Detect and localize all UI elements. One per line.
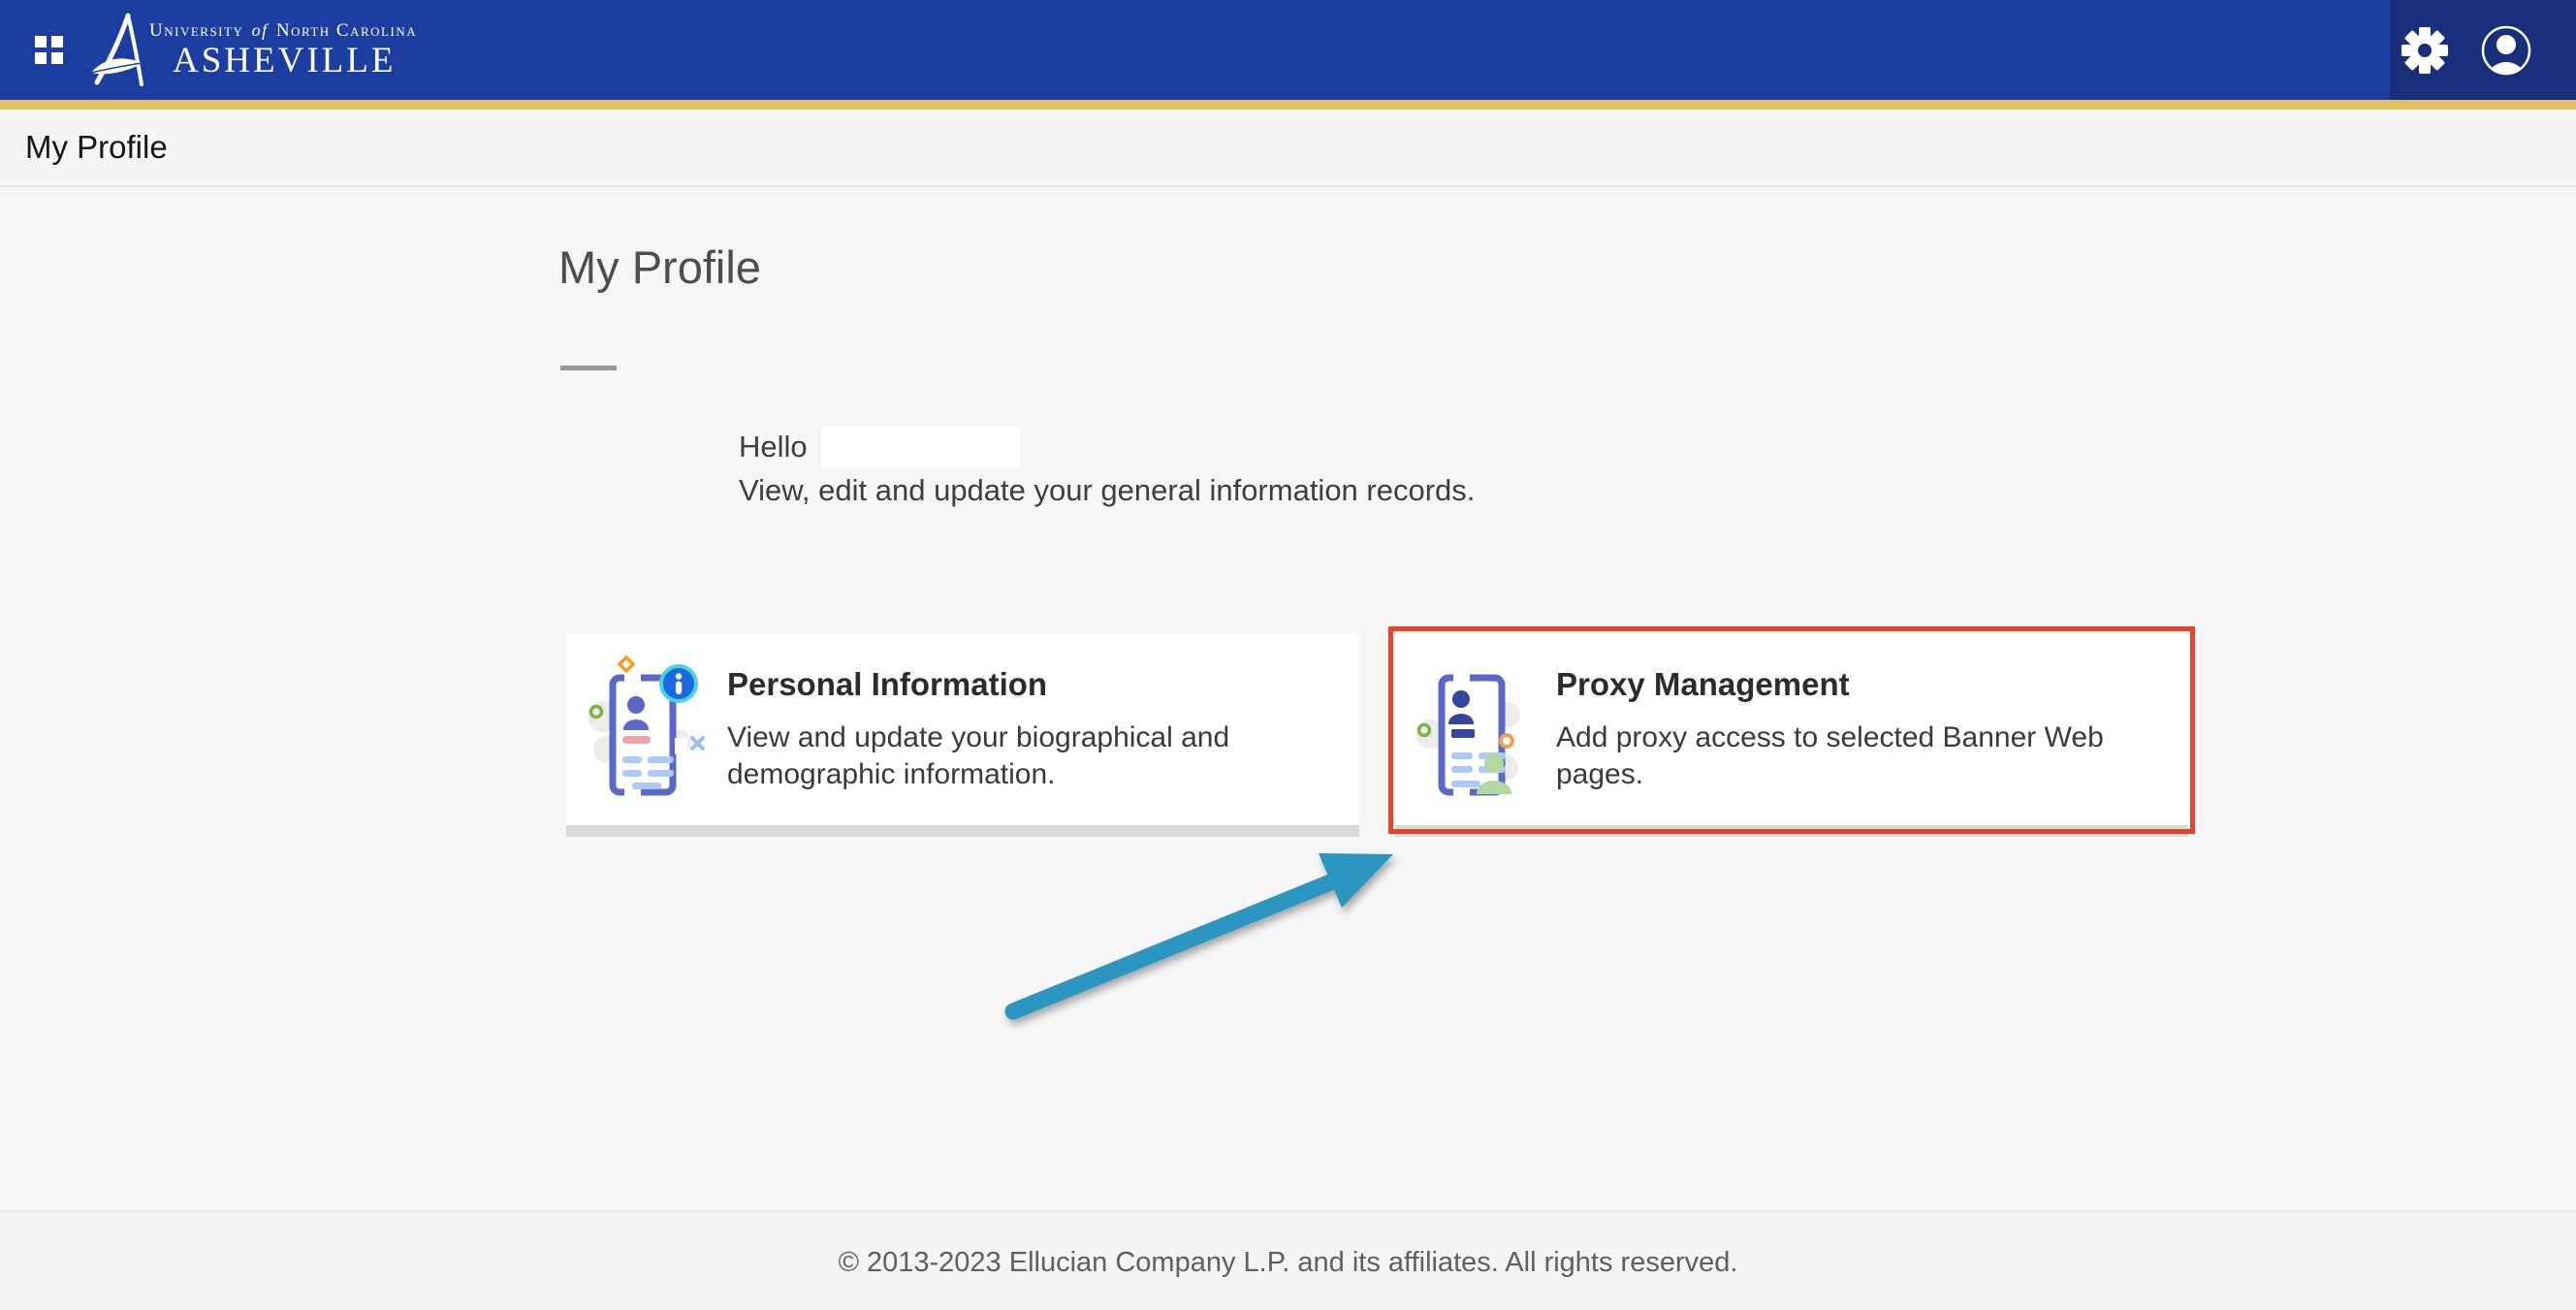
- personal-information-card[interactable]: Personal Information View and update you…: [566, 633, 1359, 825]
- redacted-name-box: [821, 427, 1020, 467]
- apps-grid-icon[interactable]: [35, 36, 63, 64]
- breadcrumb: My Profile: [0, 110, 2576, 187]
- copyright-text: © 2013-2023 Ellucian Company L.P. and it…: [839, 1247, 1738, 1310]
- breadcrumb-label: My Profile: [25, 129, 168, 166]
- apps-grid-square: [51, 36, 63, 48]
- apps-grid-square: [35, 52, 47, 64]
- settings-button[interactable]: [2390, 0, 2460, 100]
- card-description: View and update your biographical and de…: [727, 719, 1229, 793]
- top-navigation-bar: University of North Carolina ASHEVILLE: [0, 0, 2576, 100]
- user-avatar-icon: [2479, 23, 2533, 78]
- proxy-document-icon: [1418, 656, 1535, 802]
- personal-info-document-icon: [589, 656, 706, 802]
- annotation-arrow: [989, 834, 1435, 1047]
- accent-bar: [0, 100, 2576, 110]
- card-title: Proxy Management: [1556, 666, 2104, 703]
- topbar-right-section: [2390, 0, 2576, 100]
- page-title: My Profile: [558, 240, 761, 294]
- logo-city-line: ASHEVILLE: [173, 42, 417, 80]
- card-title: Personal Information: [727, 666, 1229, 703]
- greeting-row: Hello: [739, 427, 1020, 467]
- gear-icon: [2401, 26, 2449, 75]
- card-bottom-shadow: [566, 825, 1359, 837]
- intro-text: View, edit and update your general infor…: [739, 473, 1475, 508]
- card-bottom-shadow: [1395, 825, 2188, 837]
- title-divider: [560, 366, 617, 370]
- user-menu-button[interactable]: [2471, 0, 2541, 100]
- footer: © 2013-2023 Ellucian Company L.P. and it…: [0, 1210, 2576, 1310]
- logo-university-line: University of North Carolina: [149, 20, 417, 42]
- apps-grid-square: [35, 36, 47, 48]
- greeting-text: Hello: [739, 430, 808, 464]
- card-description: Add proxy access to selected Banner Web …: [1556, 719, 2104, 793]
- university-logo[interactable]: University of North Carolina ASHEVILLE: [89, 10, 417, 91]
- logo-mark-icon: [89, 13, 143, 88]
- apps-grid-square: [51, 52, 63, 64]
- proxy-management-card[interactable]: Proxy Management Add proxy access to sel…: [1395, 633, 2188, 825]
